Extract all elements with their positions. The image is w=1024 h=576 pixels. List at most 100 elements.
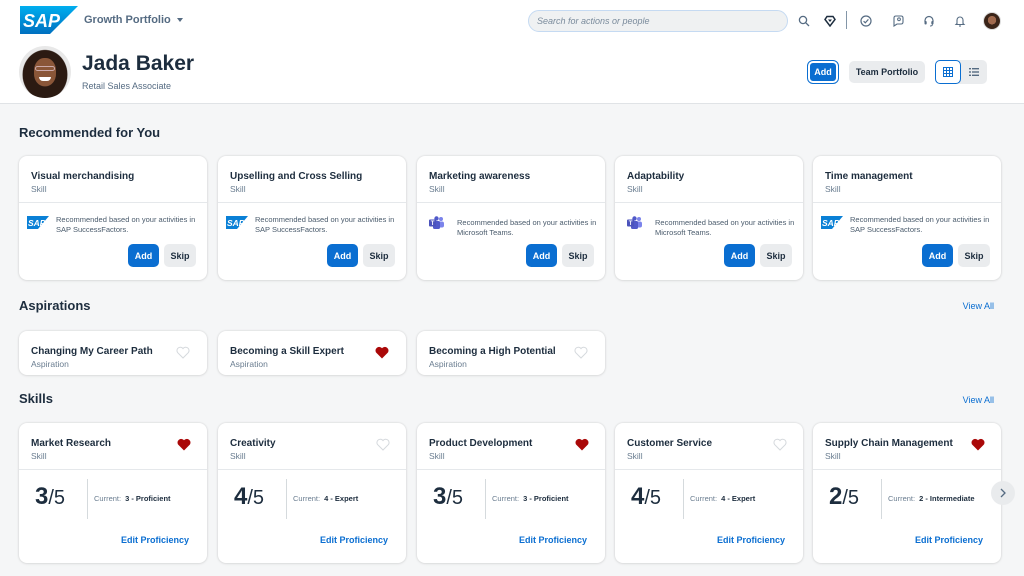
check-circle-icon[interactable] <box>858 13 874 29</box>
current-proficiency: Current: 4 - Expert <box>293 494 358 503</box>
diamond-icon[interactable] <box>822 13 838 29</box>
recommendation-card[interactable]: Marketing awareness Skill T Recommended … <box>417 156 605 280</box>
add-button[interactable]: Add <box>526 244 557 267</box>
card-type: Skill <box>825 184 841 194</box>
svg-text:T: T <box>431 221 435 227</box>
heart-outline-icon[interactable] <box>176 346 190 359</box>
heart-filled-icon[interactable] <box>575 438 589 451</box>
recommendation-reason: Recommended based on your activities in … <box>850 215 990 234</box>
score-divider <box>683 479 684 519</box>
recommended-section-title: Recommended for You <box>19 125 161 140</box>
card-title: Customer Service <box>627 438 713 449</box>
score-divider <box>881 479 882 519</box>
add-button[interactable]: Add <box>922 244 953 267</box>
card-title: Marketing awareness <box>429 171 531 182</box>
skip-button[interactable]: Skip <box>958 244 990 267</box>
card-divider <box>19 202 207 203</box>
search-icon[interactable] <box>796 13 812 29</box>
profile-avatar <box>19 46 71 98</box>
current-value: 3 - Proficient <box>523 494 569 503</box>
people-chat-icon[interactable] <box>890 13 906 29</box>
skip-button[interactable]: Skip <box>363 244 395 267</box>
carousel-next-button[interactable] <box>991 481 1015 505</box>
card-divider <box>615 202 803 203</box>
sap-logo[interactable]: SAP <box>20 6 78 34</box>
card-title: Becoming a Skill Expert <box>230 346 344 357</box>
current-value: 4 - Expert <box>721 494 756 503</box>
card-type: Skill <box>31 451 47 461</box>
card-title: Changing My Career Path <box>31 346 153 357</box>
score-max: /5 <box>446 487 464 509</box>
recommendation-card[interactable]: Adaptability Skill T Recommended based o… <box>615 156 803 280</box>
score-max: /5 <box>842 487 860 509</box>
edit-proficiency-link[interactable]: Edit Proficiency <box>915 535 983 545</box>
skill-card[interactable]: Supply Chain Management Skill 2/5 Curren… <box>813 423 1001 563</box>
heart-outline-icon[interactable] <box>773 438 787 451</box>
search-input[interactable] <box>528 10 788 32</box>
list-icon <box>969 68 979 76</box>
profile-header: Jada Baker Retail Sales Associate Add Te… <box>0 42 1024 104</box>
heart-filled-icon[interactable] <box>177 438 191 451</box>
user-avatar-button[interactable] <box>983 12 1001 30</box>
current-label: Current: <box>293 494 321 503</box>
shell-bar: SAP Growth Portfolio <box>0 0 1024 42</box>
score-divider <box>87 479 88 519</box>
skill-card[interactable]: Market Research Skill 3/5 Current: 3 - Pr… <box>19 423 207 563</box>
team-portfolio-button[interactable]: Team Portfolio <box>849 61 925 83</box>
skill-card[interactable]: Customer Service Skill 4/5 Current: 4 - E… <box>615 423 803 563</box>
skill-card[interactable]: Product Development Skill 3/5 Current: 3 … <box>417 423 605 563</box>
heart-filled-icon[interactable] <box>375 346 389 359</box>
recommendation-reason: Recommended based on your activities in … <box>255 215 395 234</box>
aspiration-card[interactable]: Becoming a High Potential Aspiration <box>417 331 605 375</box>
microsoft-teams-icon: T <box>627 216 649 229</box>
edit-proficiency-link[interactable]: Edit Proficiency <box>320 535 388 545</box>
heart-filled-icon[interactable] <box>971 438 985 451</box>
card-divider <box>218 469 406 470</box>
edit-proficiency-link[interactable]: Edit Proficiency <box>519 535 587 545</box>
current-value: 4 - Expert <box>324 494 359 503</box>
score-value: 4 <box>631 483 645 510</box>
current-label: Current: <box>690 494 718 503</box>
aspiration-card[interactable]: Becoming a Skill Expert Aspiration <box>218 331 406 375</box>
card-type: Aspiration <box>31 359 69 369</box>
add-button[interactable]: Add <box>327 244 358 267</box>
skip-button[interactable]: Skip <box>164 244 196 267</box>
score-divider <box>485 479 486 519</box>
sap-logo-icon: SAP <box>226 216 248 229</box>
grid-view-button[interactable] <box>935 60 961 84</box>
list-view-button[interactable] <box>961 60 987 84</box>
bell-icon[interactable] <box>952 13 968 29</box>
skip-button[interactable]: Skip <box>562 244 594 267</box>
proficiency-score: 3/5 <box>35 483 65 511</box>
skill-card[interactable]: Creativity Skill 4/5 Current: 4 - Expert … <box>218 423 406 563</box>
skills-view-all-link[interactable]: View All <box>963 395 994 405</box>
edit-proficiency-link[interactable]: Edit Proficiency <box>717 535 785 545</box>
recommendation-reason: Recommended based on your activities in … <box>56 215 196 234</box>
aspiration-card[interactable]: Changing My Career Path Aspiration <box>19 331 207 375</box>
recommendation-card[interactable]: Time management Skill SAP Recommended ba… <box>813 156 1001 280</box>
card-title: Supply Chain Management <box>825 438 953 449</box>
proficiency-score: 4/5 <box>234 483 264 511</box>
recommendation-reason: Recommended based on your activities in … <box>457 218 597 237</box>
heart-outline-icon[interactable] <box>574 346 588 359</box>
heart-outline-icon[interactable] <box>376 438 390 451</box>
card-title: Adaptability <box>627 171 685 182</box>
card-type: Skill <box>230 184 246 194</box>
proficiency-score: 2/5 <box>829 483 859 511</box>
score-value: 2 <box>829 483 843 510</box>
recommendation-card[interactable]: Visual merchandising Skill SAP Recommend… <box>19 156 207 280</box>
card-type: Aspiration <box>230 359 268 369</box>
header-add-button[interactable]: Add <box>807 60 839 84</box>
aspirations-view-all-link[interactable]: View All <box>963 301 994 311</box>
card-title: Becoming a High Potential <box>429 346 556 357</box>
product-switcher[interactable]: Growth Portfolio <box>84 14 183 26</box>
add-button[interactable]: Add <box>724 244 755 267</box>
edit-proficiency-link[interactable]: Edit Proficiency <box>121 535 189 545</box>
card-type: Skill <box>627 451 643 461</box>
add-button[interactable]: Add <box>128 244 159 267</box>
skip-button[interactable]: Skip <box>760 244 792 267</box>
recommendation-card[interactable]: Upselling and Cross Selling Skill SAP Re… <box>218 156 406 280</box>
svg-text:SAP: SAP <box>822 218 840 228</box>
headset-icon[interactable] <box>921 13 937 29</box>
current-value: 3 - Proficient <box>125 494 171 503</box>
